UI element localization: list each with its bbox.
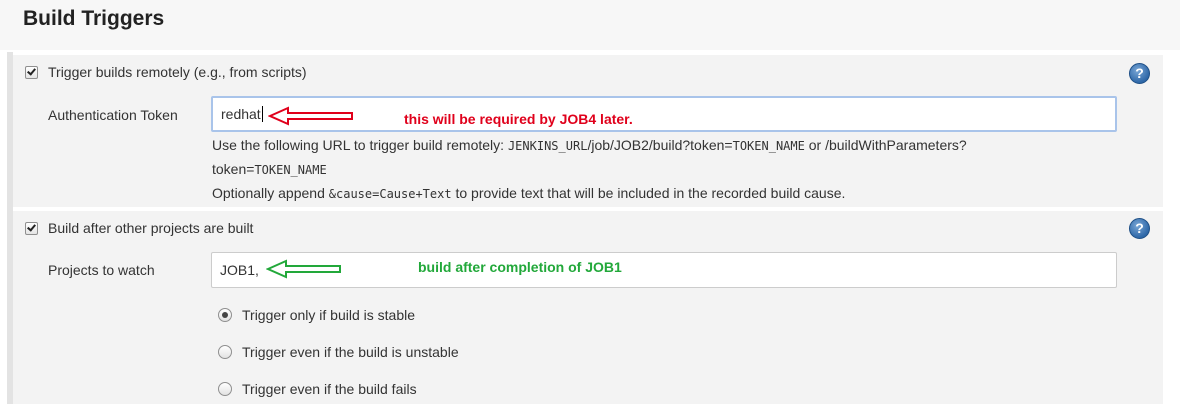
checkbox-checked-icon xyxy=(27,65,36,76)
help-icon[interactable]: ? xyxy=(1129,63,1150,84)
remote-trigger-row[interactable]: Trigger builds remotely (e.g., from scri… xyxy=(25,64,307,80)
help-code: &cause=Cause+Text xyxy=(328,187,452,201)
radio-option-fails[interactable]: Trigger even if the build fails xyxy=(218,381,417,397)
radio-label: Trigger only if build is stable xyxy=(242,307,416,323)
help-text: or /buildWithParameters? xyxy=(804,137,967,153)
build-after-label: Build after other projects are built xyxy=(48,220,254,236)
auth-token-label: Authentication Token xyxy=(48,107,178,123)
section-title: Build Triggers xyxy=(23,7,165,30)
help-code: JENKINS_URL xyxy=(507,139,588,153)
projects-label: Projects to watch xyxy=(48,262,155,278)
radio-button[interactable] xyxy=(218,382,232,396)
help-text: /job/JOB2/build?token= xyxy=(587,137,733,153)
help-icon[interactable]: ? xyxy=(1129,218,1150,239)
radio-option-stable[interactable]: Trigger only if build is stable xyxy=(218,307,415,323)
radio-option-unstable[interactable]: Trigger even if the build is unstable xyxy=(218,344,459,360)
build-after-row[interactable]: Build after other projects are built xyxy=(25,220,253,236)
radio-button[interactable] xyxy=(218,345,232,359)
help-text: Optionally append xyxy=(212,185,329,201)
radio-button[interactable] xyxy=(218,308,232,322)
arrow-left-icon xyxy=(266,259,341,279)
trigger-url-help: Use the following URL to trigger build r… xyxy=(212,134,1112,206)
remote-trigger-checkbox[interactable] xyxy=(25,65,38,79)
text-caret xyxy=(261,106,263,122)
checkbox-checked-icon xyxy=(27,221,36,232)
projects-annotation: build after completion of JOB1 xyxy=(418,259,622,275)
build-after-checkbox[interactable] xyxy=(25,221,38,235)
section-header xyxy=(0,0,1180,50)
radio-label: Trigger even if the build is unstable xyxy=(242,344,459,360)
help-code: TOKEN_NAME xyxy=(254,163,327,177)
arrow-left-icon xyxy=(268,106,353,126)
help-code: TOKEN_NAME xyxy=(732,139,805,153)
auth-token-value: redhat xyxy=(221,106,261,122)
help-text: to provide text that will be included in… xyxy=(451,185,846,201)
remote-trigger-label: Trigger builds remotely (e.g., from scri… xyxy=(48,64,307,80)
token-annotation: this will be required by JOB4 later. xyxy=(404,111,633,127)
projects-value: JOB1, xyxy=(220,262,259,278)
projects-input[interactable]: JOB1, xyxy=(211,252,1117,288)
help-text: token= xyxy=(212,161,255,177)
radio-label: Trigger even if the build fails xyxy=(242,381,417,397)
help-text: Use the following URL to trigger build r… xyxy=(212,137,508,153)
radio-selected-dot xyxy=(222,312,228,318)
